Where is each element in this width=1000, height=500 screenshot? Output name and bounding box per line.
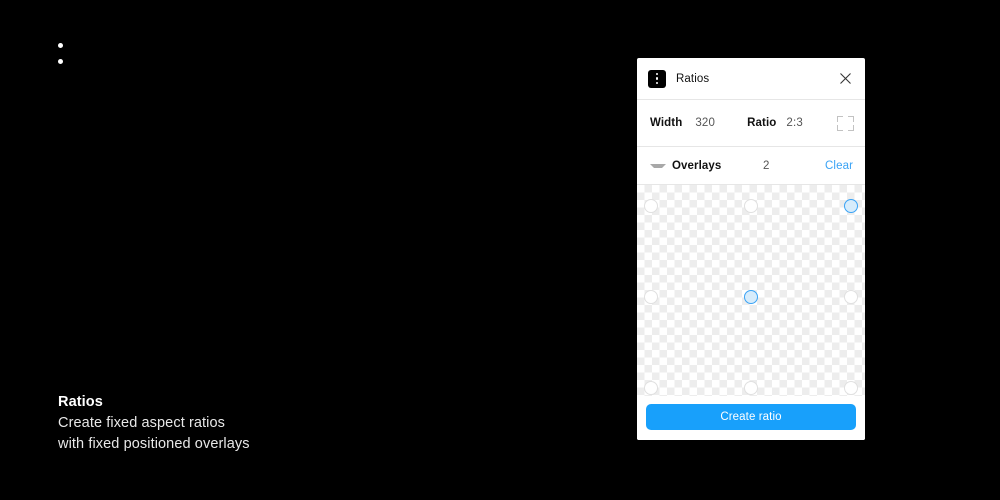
- promo-block: Ratios Create fixed aspect ratios with f…: [58, 392, 478, 454]
- panel-header: Ratios: [637, 58, 865, 100]
- promo-description-line-1: Create fixed aspect ratios: [58, 415, 226, 431]
- kebab-menu-icon: [648, 69, 666, 88]
- handle-top-center[interactable]: [744, 199, 758, 214]
- promo-title: Ratios: [58, 394, 103, 410]
- clear-button[interactable]: Clear: [825, 160, 853, 172]
- create-ratio-button[interactable]: Create ratio: [646, 404, 856, 430]
- panel-title: Ratios: [676, 72, 710, 85]
- handle-top-right[interactable]: [844, 199, 859, 214]
- handle-bottom-center[interactable]: [744, 380, 758, 395]
- ratios-plugin-panel: Ratios Width 320 Ratio 2:3 Overlays 2 Cl…: [637, 58, 865, 440]
- ratio-label: Ratio: [747, 117, 777, 129]
- handle-middle-right[interactable]: [844, 289, 859, 304]
- handle-bottom-left[interactable]: [643, 380, 658, 395]
- close-icon[interactable]: [835, 69, 855, 89]
- overlays-row: Overlays 2 Clear: [637, 147, 865, 185]
- width-label: Width: [650, 117, 683, 129]
- handle-middle-center[interactable]: [744, 289, 758, 304]
- handle-bottom-right[interactable]: [844, 380, 859, 395]
- promo-description-line-2: with fixed positioned overlays: [58, 435, 250, 452]
- caret-down-icon[interactable]: [650, 163, 666, 168]
- overlays-label: Overlays: [672, 159, 722, 172]
- ratio-input[interactable]: 2:3: [786, 117, 803, 129]
- panel-footer: Create ratio: [637, 396, 865, 440]
- width-input[interactable]: 320: [695, 117, 715, 129]
- properties-row: Width 320 Ratio 2:3: [637, 100, 865, 147]
- handle-middle-left[interactable]: [643, 289, 658, 304]
- overlays-count: 2: [763, 159, 770, 172]
- overlay-position-canvas[interactable]: [637, 185, 865, 396]
- crop-frame-icon[interactable]: [836, 114, 855, 133]
- handle-top-left[interactable]: [643, 199, 658, 214]
